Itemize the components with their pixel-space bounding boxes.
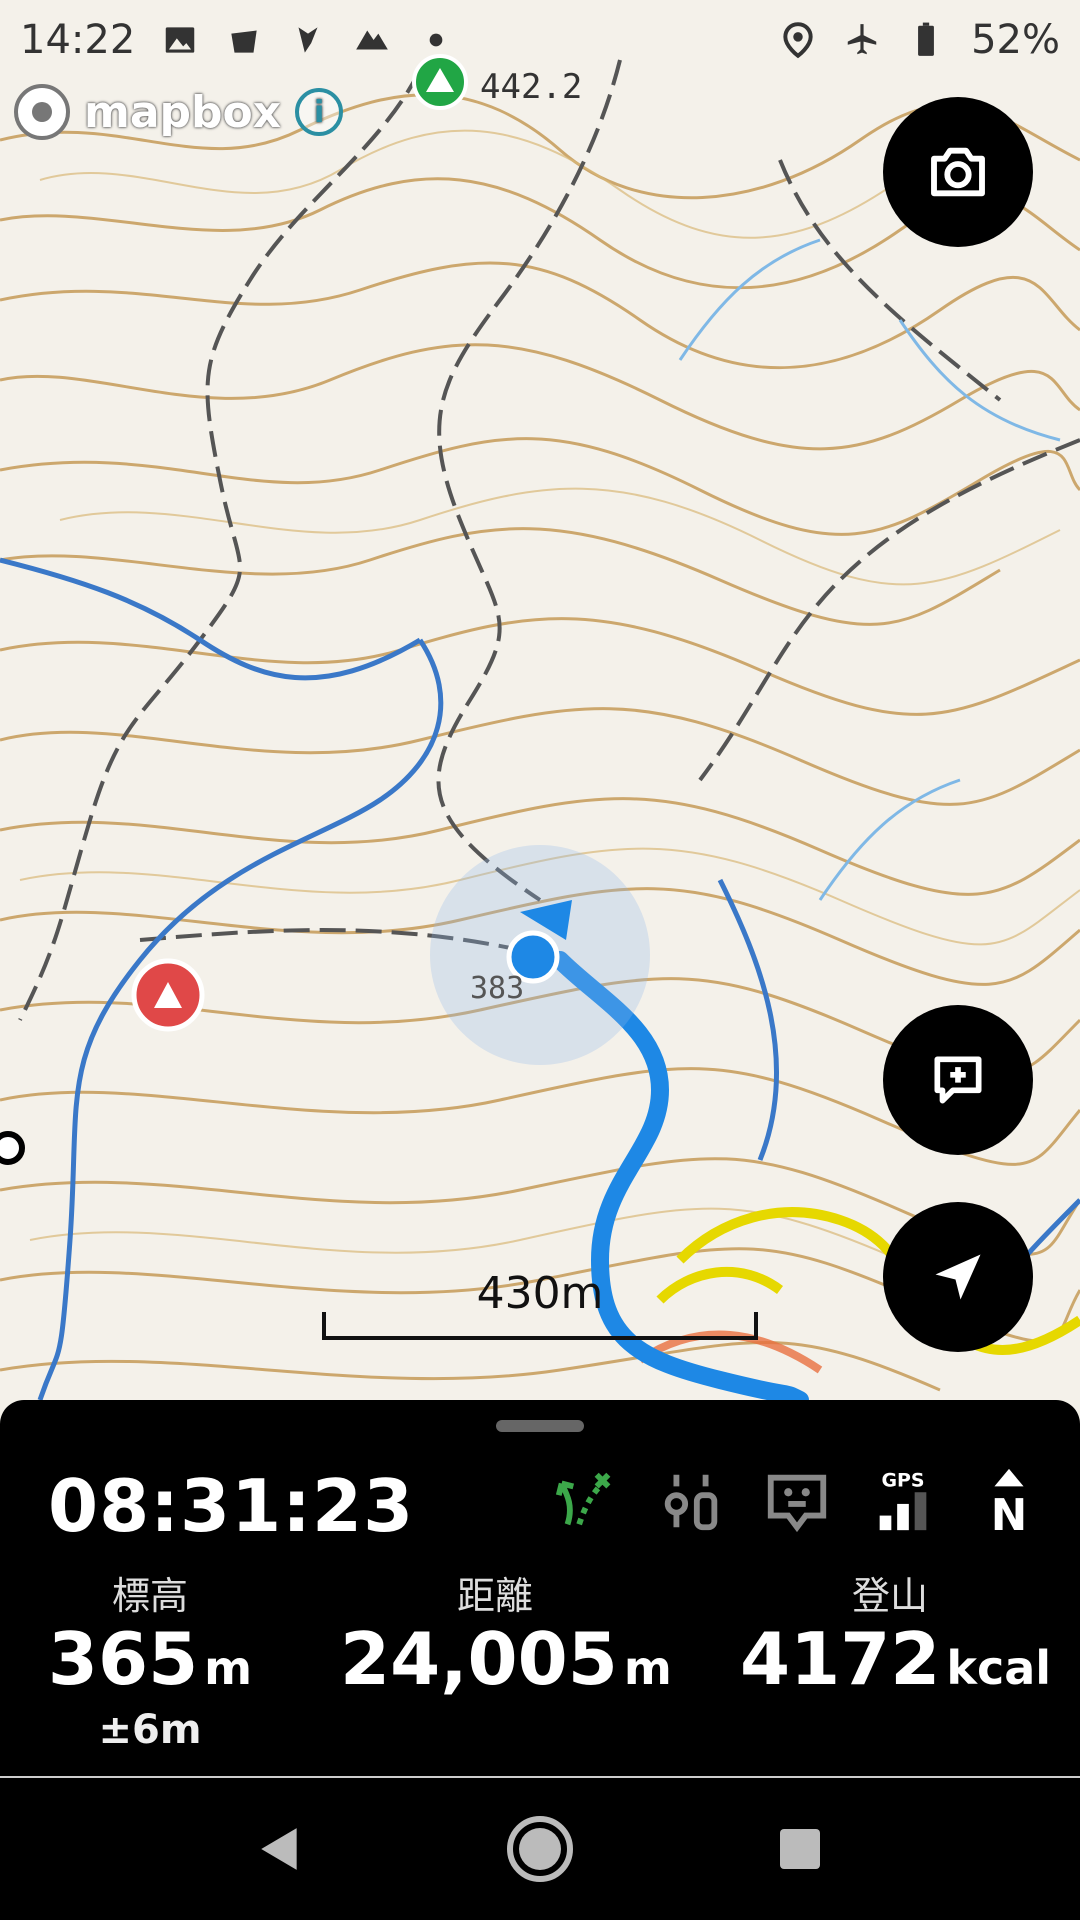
airplane-mode-icon	[847, 24, 877, 55]
camera-button[interactable]	[883, 97, 1033, 247]
elapsed-time: 08:31:23	[48, 1464, 415, 1548]
north-label: N	[991, 1490, 1028, 1536]
panel-drag-handle[interactable]	[496, 1420, 584, 1432]
stat-unit: m	[623, 1641, 672, 1695]
stat-value: 24,005	[340, 1617, 618, 1701]
route-branch-icon[interactable]	[550, 1466, 620, 1536]
info-icon[interactable]: i	[295, 88, 344, 136]
settings-sliders-icon[interactable]	[656, 1466, 726, 1536]
mapbox-logo-icon	[14, 84, 70, 140]
stat-value-row: 365 m	[40, 1620, 260, 1707]
stat-calories: 登山 4172 kcal	[740, 1565, 1051, 1707]
image-icon	[166, 27, 195, 53]
panel-icon-row: GPS N	[550, 1466, 1044, 1536]
gps-label: GPS	[881, 1469, 924, 1491]
notification-icon	[231, 30, 257, 53]
scale-bar	[322, 1312, 758, 1340]
waypoint-marker[interactable]	[0, 1131, 25, 1165]
stat-unit: m	[204, 1641, 253, 1695]
stat-distance: 距離 24,005 m	[340, 1565, 672, 1707]
location-icon	[783, 22, 813, 59]
back-button[interactable]	[240, 1809, 320, 1889]
mapbox-wordmark: mapbox	[84, 86, 282, 138]
message-face-icon[interactable]	[762, 1466, 832, 1536]
stat-value: 4172	[740, 1617, 941, 1701]
battery-percent: 52%	[971, 17, 1060, 63]
stat-label: 登山	[851, 1574, 928, 1618]
spot-elevation-label: 383	[470, 971, 524, 1006]
stat-unit: kcal	[946, 1641, 1052, 1695]
home-button[interactable]	[500, 1809, 580, 1889]
mountain-icon	[356, 30, 389, 50]
gps-signal-icon[interactable]: GPS	[868, 1466, 938, 1536]
add-memo-button[interactable]	[883, 1005, 1033, 1155]
stat-label: 距離	[456, 1574, 533, 1618]
add-comment-icon	[934, 1056, 982, 1104]
navigation-arrow-icon	[935, 1254, 981, 1300]
north-up-icon[interactable]: N	[974, 1466, 1044, 1536]
stat-value-row: 24,005 m	[340, 1617, 672, 1707]
battery-icon	[918, 22, 935, 56]
camera-icon	[931, 147, 985, 197]
dot-icon	[429, 33, 443, 47]
stat-value-row: 4172 kcal	[740, 1617, 1051, 1707]
notification-icon-2	[298, 27, 318, 53]
stat-accuracy: ±6m	[98, 1707, 202, 1753]
locate-button[interactable]	[883, 1202, 1033, 1352]
back-icon	[261, 1828, 297, 1870]
system-navigation-bar	[0, 1778, 1080, 1920]
status-bar: 14:22 52%	[0, 0, 1080, 80]
home-icon	[507, 1816, 573, 1882]
map-scale: 430m	[322, 1268, 758, 1340]
mapbox-attribution[interactable]: mapbox i	[14, 84, 344, 140]
recents-button[interactable]	[760, 1809, 840, 1889]
stat-label: 標高	[111, 1574, 188, 1618]
recents-icon	[780, 1829, 820, 1869]
status-time: 14:22	[20, 17, 136, 63]
tracking-panel[interactable]: 08:31:23 GPS N 標高 365 m ±6m 距離 24,005 m …	[0, 1400, 1080, 1778]
stat-elevation: 標高 365 m ±6m	[40, 1565, 260, 1753]
stat-value: 365	[47, 1617, 199, 1701]
